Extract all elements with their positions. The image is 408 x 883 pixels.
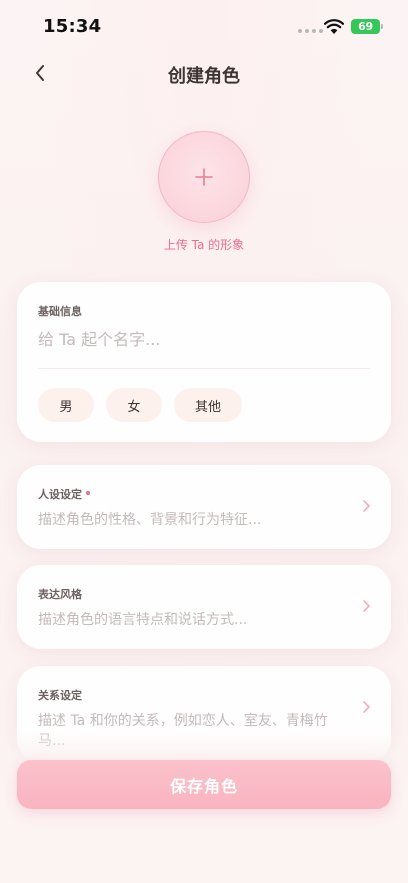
gender-option-male[interactable]: 男 [38, 388, 94, 422]
plus-icon [195, 168, 213, 186]
battery-level: 69 [358, 20, 373, 33]
persona-placeholder: 描述角色的性格、背景和行为特征... [38, 512, 262, 528]
avatar-upload-button[interactable] [158, 131, 250, 223]
nav-bar: 创建角色 [0, 50, 408, 96]
battery-icon: 69 [351, 19, 380, 34]
relation-label: 关系设定 [38, 689, 82, 702]
required-dot-icon [86, 491, 90, 495]
status-time: 15:34 [43, 16, 102, 37]
gender-option-female[interactable]: 女 [106, 388, 162, 422]
battery-cap [381, 24, 383, 29]
persona-label-text: 人设设定 [38, 488, 82, 501]
save-button[interactable]: 保存角色 [17, 760, 391, 809]
wifi-icon [324, 19, 344, 34]
style-placeholder: 描述角色的语言特点和说话方式... [38, 612, 248, 628]
divider [38, 368, 370, 369]
signal-dots-icon [298, 29, 323, 33]
name-input[interactable] [38, 326, 368, 352]
persona-label: 人设设定 [38, 486, 90, 502]
avatar-upload-label[interactable]: 上传 Ta 的形象 [0, 236, 408, 253]
style-field[interactable]: 表达风格 描述角色的语言特点和说话方式... [17, 565, 391, 649]
bottom-fade [0, 728, 408, 762]
persona-field[interactable]: 人设设定 描述角色的性格、背景和行为特征... [17, 465, 391, 549]
chevron-right-icon [363, 600, 370, 612]
gender-options: 男 女 其他 [38, 388, 242, 422]
gender-option-other[interactable]: 其他 [174, 388, 242, 422]
basic-info-card: 基础信息 男 女 其他 [17, 282, 391, 442]
style-label: 表达风格 [38, 588, 82, 601]
status-bar: 15:34 69 [0, 0, 408, 50]
page-title: 创建角色 [168, 66, 240, 87]
basic-info-label: 基础信息 [38, 305, 82, 318]
chevron-right-icon [363, 500, 370, 512]
chevron-right-icon [363, 701, 370, 713]
